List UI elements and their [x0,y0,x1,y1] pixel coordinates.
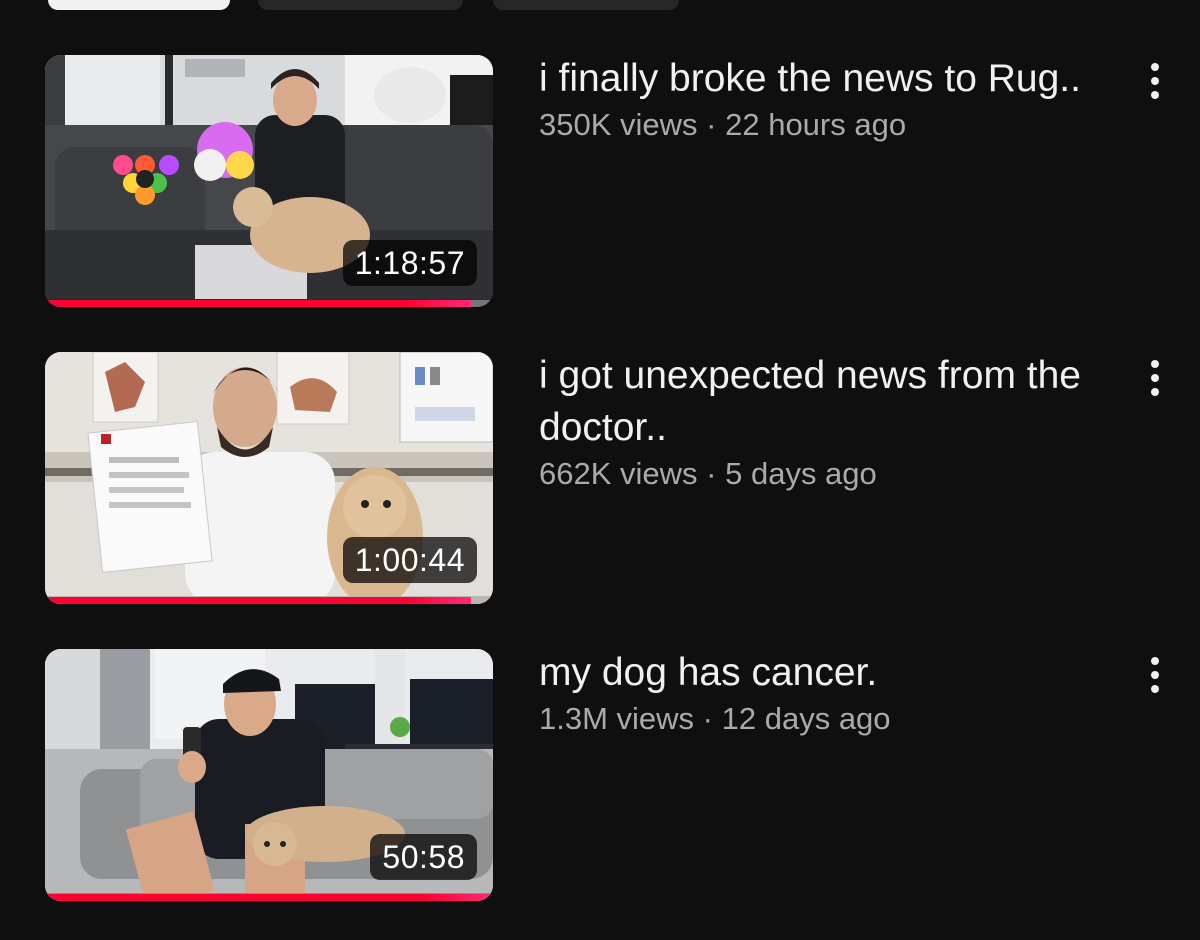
upload-age: 22 hours ago [725,107,907,142]
filter-chip[interactable] [493,0,679,10]
video-list-item[interactable]: 50:58 my dog has cancer. 1.3M views · 12… [0,649,1200,909]
video-stats: 350K views · 22 hours ago [539,105,1114,145]
watch-progress-fill [45,894,493,901]
video-meta: my dog has cancer. 1.3M views · 12 days … [539,649,1114,739]
more-vert-icon[interactable] [1140,655,1170,695]
video-list-item[interactable]: 1:18:57 i finally broke the news to Rug.… [0,55,1200,315]
stats-separator: · [706,107,717,142]
stats-separator: · [706,456,717,491]
more-vert-icon[interactable] [1140,358,1170,398]
video-list-item[interactable]: 1:00:44 i got unexpected news from the d… [0,352,1200,612]
watch-progress-bar [45,894,493,901]
video-thumbnail[interactable]: 1:00:44 [45,352,493,604]
watch-progress-fill [45,597,471,604]
stats-separator: · [702,701,713,736]
watch-progress-bar [45,597,493,604]
video-meta: i got unexpected news from the doctor.. … [539,352,1114,494]
video-duration: 1:18:57 [342,240,477,286]
video-meta: i finally broke the news to Rug.. 350K v… [539,55,1114,145]
filter-chip[interactable] [258,0,463,10]
watch-progress-bar [45,300,493,307]
view-count: 350K views [539,107,698,142]
video-title[interactable]: my dog has cancer. [539,647,1114,699]
upload-age: 5 days ago [725,456,877,491]
video-duration: 1:00:44 [342,537,477,583]
watch-progress-fill [45,300,471,307]
view-count: 662K views [539,456,698,491]
video-thumbnail[interactable]: 50:58 [45,649,493,901]
video-duration: 50:58 [370,834,477,880]
video-title[interactable]: i finally broke the news to Rug.. [539,53,1114,105]
video-title[interactable]: i got unexpected news from the doctor.. [539,350,1114,454]
video-stats: 1.3M views · 12 days ago [539,699,1114,739]
view-count: 1.3M views [539,701,695,736]
video-stats: 662K views · 5 days ago [539,454,1114,494]
upload-age: 12 days ago [721,701,891,736]
video-thumbnail[interactable]: 1:18:57 [45,55,493,307]
filter-chip-all[interactable] [48,0,230,10]
more-vert-icon[interactable] [1140,61,1170,101]
